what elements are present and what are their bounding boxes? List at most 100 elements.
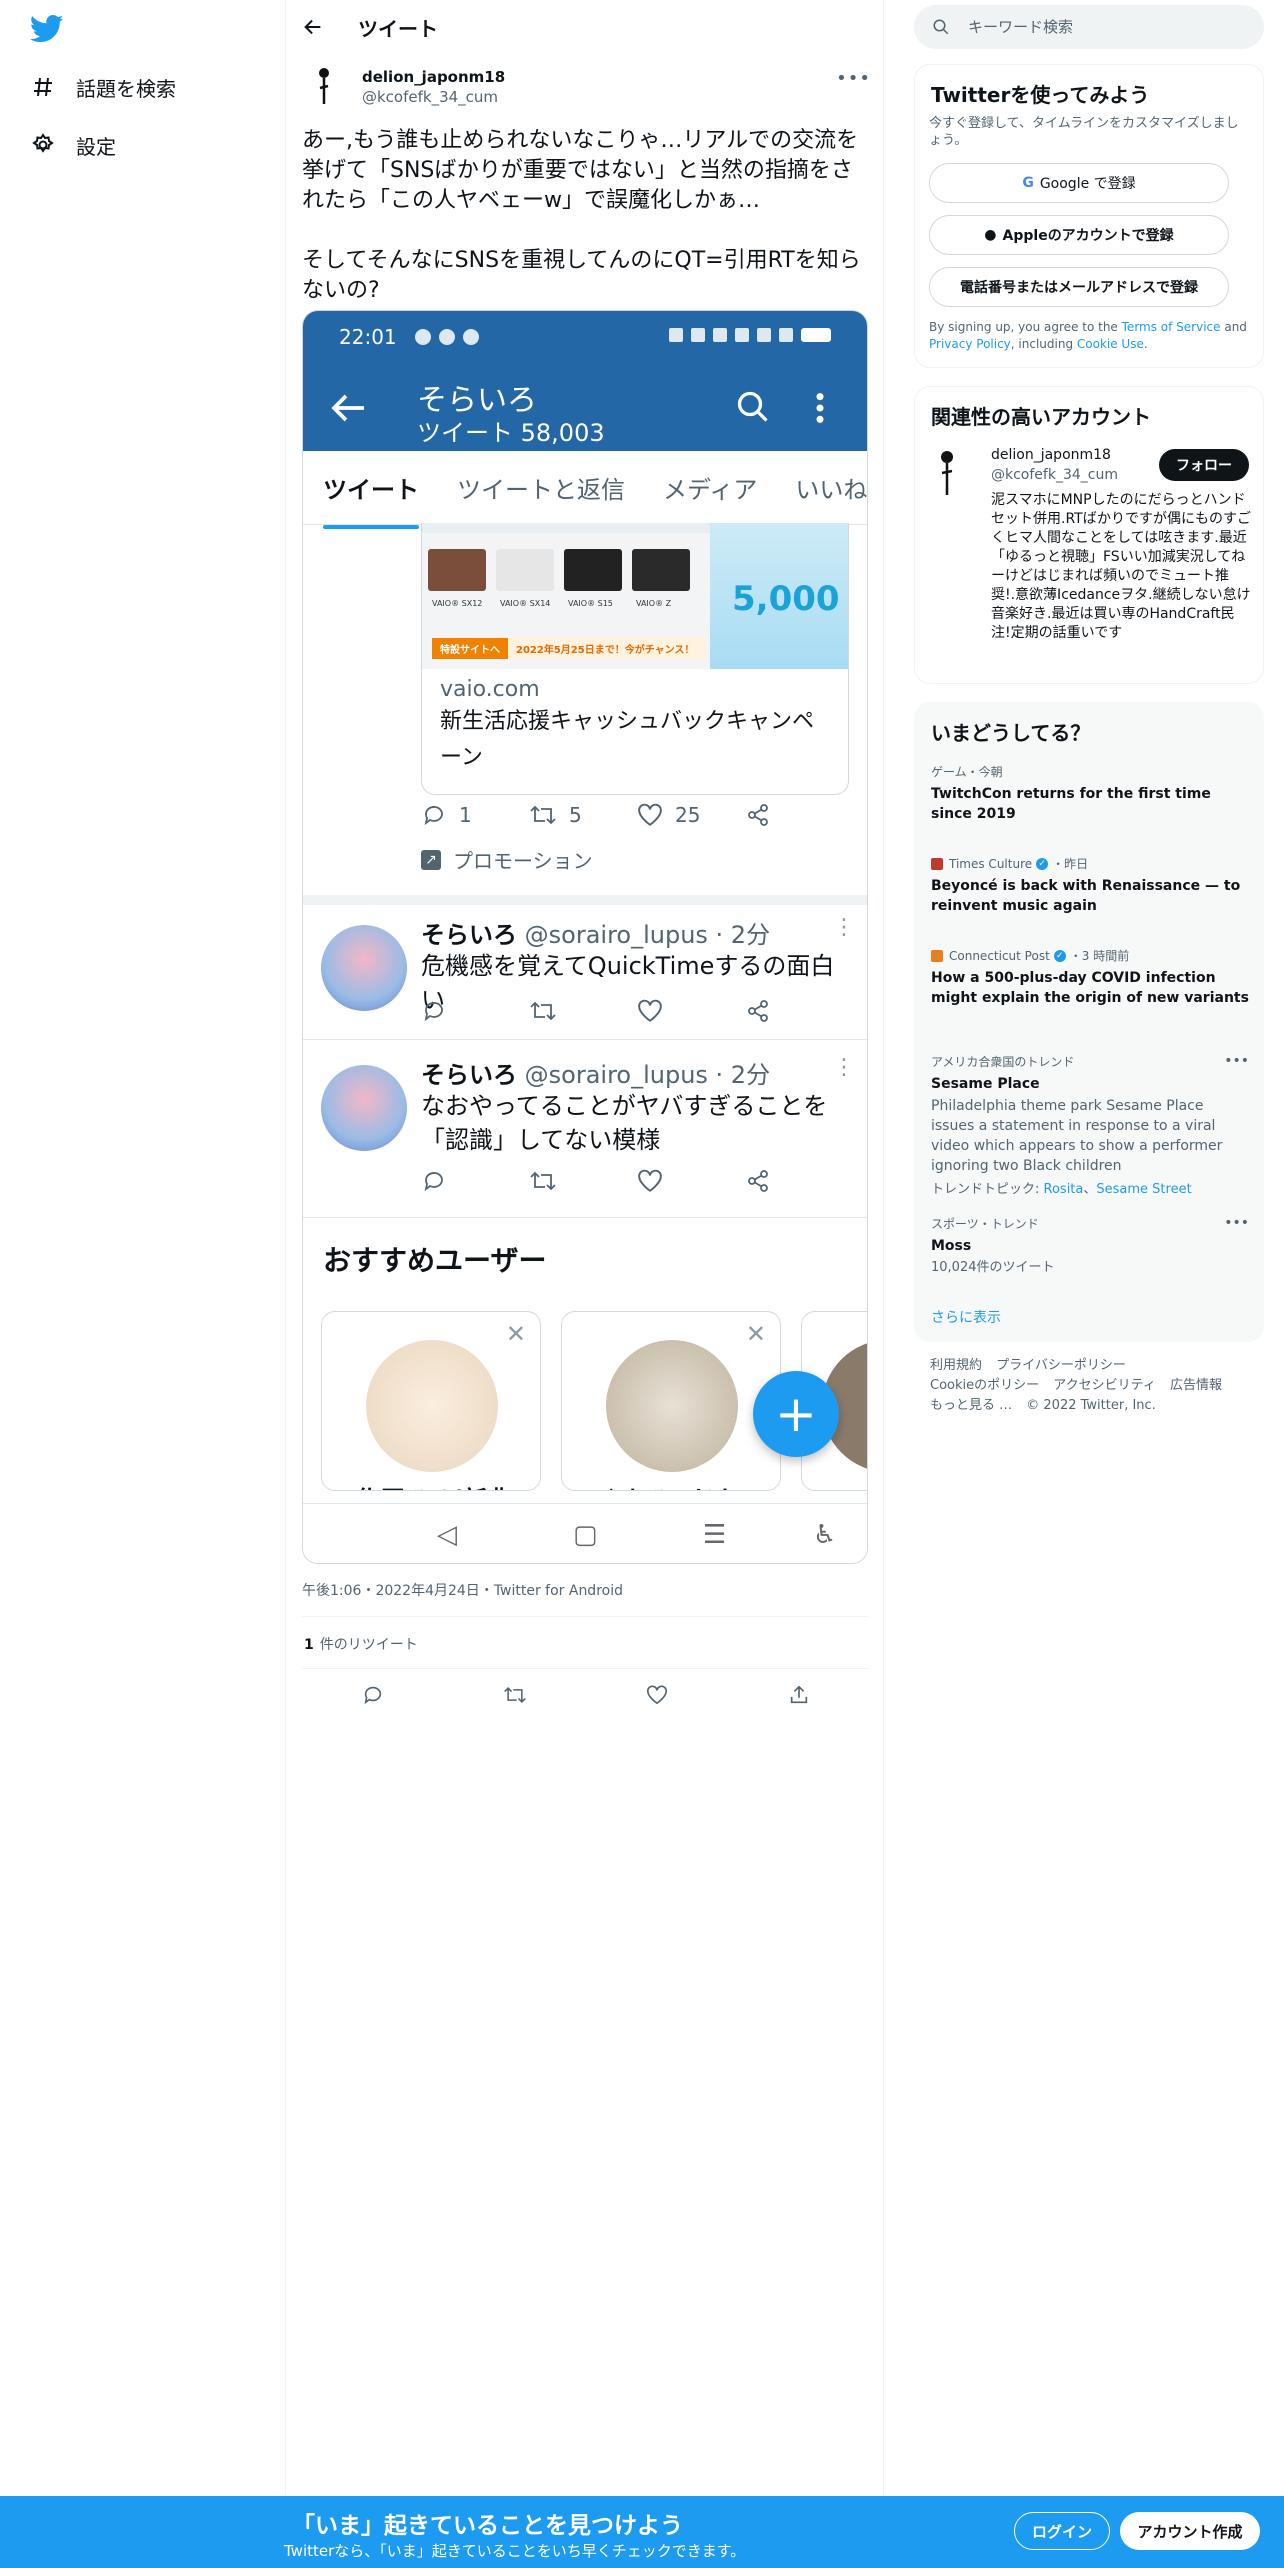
trend-when: ・3 時間前 [1069,949,1130,963]
terms-text: and [1220,320,1247,334]
verified-icon: ✓ [1053,949,1066,962]
twitter-bird-icon[interactable] [29,14,64,44]
more-options-icon[interactable]: ••• [836,68,871,89]
reply-icon [424,1172,443,1192]
apple-signup-button[interactable]: ● Appleのアカウントで登録 [929,215,1229,255]
avatar[interactable] [302,64,350,112]
trend-item[interactable]: Connecticut Post ✓ ・3 時間前 How a 500-plus-d… [931,947,1249,1008]
reply-action [421,999,529,1023]
back-arrow-icon [331,394,364,422]
trend-tweet-count: 10,024件のツイート [931,1260,1055,1275]
related-account-handle[interactable]: @kcofefk_34_cum [991,467,1118,483]
laptop-image [428,549,486,591]
nav-home-icon: ▢ [573,1520,598,1550]
retweet-icon [530,805,556,825]
footer-link[interactable]: Cookieのポリシー [930,1376,1039,1396]
avatar [321,1065,407,1151]
bluetooth-icon [735,328,749,342]
footer-link[interactable]: プライバシーポリシー [996,1356,1126,1376]
trend-item[interactable]: アメリカ合衆国のトレンド ••• Sesame Place Philadelph… [931,1053,1249,1197]
reply-count: 1 [459,803,472,827]
privacy-link[interactable]: Privacy Policy [929,337,1011,351]
banner-subtitle: Twitterなら、「いま」起きていることをいち早くチェックできます。 [284,2542,746,2560]
trend-title: Beyoncé is back with Renaissance — to re… [931,878,1241,914]
login-button[interactable]: ログイン [1014,2512,1110,2550]
nav-item-explore[interactable]: 話題を検索 [30,67,176,107]
follow-button[interactable]: フォロー [1159,449,1249,481]
reply-icon [424,806,443,826]
tweet-image[interactable]: 22:01 そらいろ ツイート 58,003 ツイート ツイートと返信 メディア… [302,310,868,1564]
divider [302,1616,868,1617]
related-title: 関連性の高いアカウント [931,405,1151,429]
footer-link[interactable]: もっと見る … [930,1396,1012,1416]
footer-link[interactable]: アクセシビリティ [1053,1376,1156,1396]
reply-action: 1 [421,803,529,827]
author-handle[interactable]: @kcofefk_34_cum [362,88,505,106]
trend-item[interactable]: ゲーム・今朝 TwitchCon returns for the first t… [931,763,1249,824]
author-name[interactable]: delion_japonm18 [362,68,505,86]
like-button[interactable] [642,1680,672,1710]
recommended-user-name: 佐原ひろ(新典 [356,1480,511,1490]
trends-panel: いまどうしてる？ ゲーム・今朝 TwitchCon returns for th… [914,702,1264,1342]
divider [303,1039,867,1040]
terms-link[interactable]: Terms of Service [1122,320,1221,334]
source-logo [931,857,943,870]
google-signup-button[interactable]: G Google で登録 [929,163,1229,203]
trend-topic-link[interactable]: Rosita [1044,1182,1084,1197]
phone-signup-button[interactable]: 電話番号またはメールアドレスで登録 [929,267,1229,307]
like-action [637,999,745,1023]
moon-icon [691,328,705,342]
signal-icon [779,328,793,342]
accessibility-icon: ♿ [813,1520,837,1550]
tweet-author-handle: @sorairo_lupus · 2分 [524,921,771,949]
footer-link[interactable]: 利用規約 [930,1356,982,1376]
source-logo [931,949,943,962]
retweet-count[interactable]: 1 件のリツイート [304,1634,418,1654]
divider [303,1217,867,1218]
trend-topic-link[interactable]: Sesame Street [1096,1182,1191,1197]
avatar [366,1340,498,1472]
search-box[interactable] [914,5,1264,49]
phone-profile-tabs: ツイート ツイートと返信 メディア いいね [303,451,867,529]
tweet-actions [421,999,853,1023]
profile-tweet-count: ツイート 58,003 [417,419,605,447]
reply-button[interactable] [358,1680,388,1710]
avatar[interactable] [929,447,969,499]
promo-domain: vaio.com [440,677,540,702]
tweet-author-name: そらいろ [421,921,517,949]
signal-icon [757,328,771,342]
tweet-timestamp[interactable]: 午後1:06・2022年4月24日・Twitter for Android [302,1580,623,1600]
share-button[interactable] [784,1680,814,1710]
trend-source: Connecticut Post [949,948,1050,963]
tweet-author[interactable]: delion_japonm18 @kcofefk_34_cum [302,64,505,112]
divider [302,1668,868,1669]
retweet-button[interactable] [500,1680,530,1710]
promoted-label-text: プロモーション [453,849,593,873]
trend-description: Philadelphia theme park Sesame Place iss… [931,1098,1223,1174]
trend-title: Sesame Place [931,1076,1040,1092]
trend-item[interactable]: Times Culture ✓ ・昨日 Beyoncé is back with R… [931,855,1249,916]
promo-banner-bar: 特設サイトへ 2022年5月25日まで！今がチャンス！ [432,637,706,659]
gear-icon [30,132,56,158]
more-options-icon[interactable]: ••• [1224,1215,1249,1231]
share-action [745,803,853,827]
divider [303,895,867,905]
signup-terms: By signing up, you agree to the Terms of… [929,319,1251,353]
heart-icon [647,1685,667,1705]
related-account-name[interactable]: delion_japonm18 [991,447,1111,463]
footer-link[interactable]: 広告情報 [1170,1376,1222,1396]
nav-item-settings[interactable]: 設定 [30,125,116,165]
tab-replies: ツイートと返信 [457,476,625,504]
search-icon [933,19,949,35]
tweet-text: あー,もう誰も止められないなこりゃ…リアルでの交流を挙げて「SNSばかりが重要で… [302,128,861,303]
show-more-link[interactable]: さらに表示 [931,1307,1001,1327]
retweet-icon [530,1171,556,1191]
cookie-link[interactable]: Cookie Use [1077,337,1144,351]
trend-item[interactable]: スポーツ・トレンド ••• Moss 10,024件のツイート [931,1215,1249,1278]
more-options-icon[interactable]: ••• [1224,1053,1249,1069]
nav-item-settings-label: 設定 [76,134,116,159]
back-arrow-icon[interactable] [302,16,324,38]
search-input[interactable] [968,18,1228,36]
signup-button[interactable]: アカウント作成 [1120,2512,1260,2550]
tweet-author-handle: @sorairo_lupus · 2分 [524,1061,771,1089]
